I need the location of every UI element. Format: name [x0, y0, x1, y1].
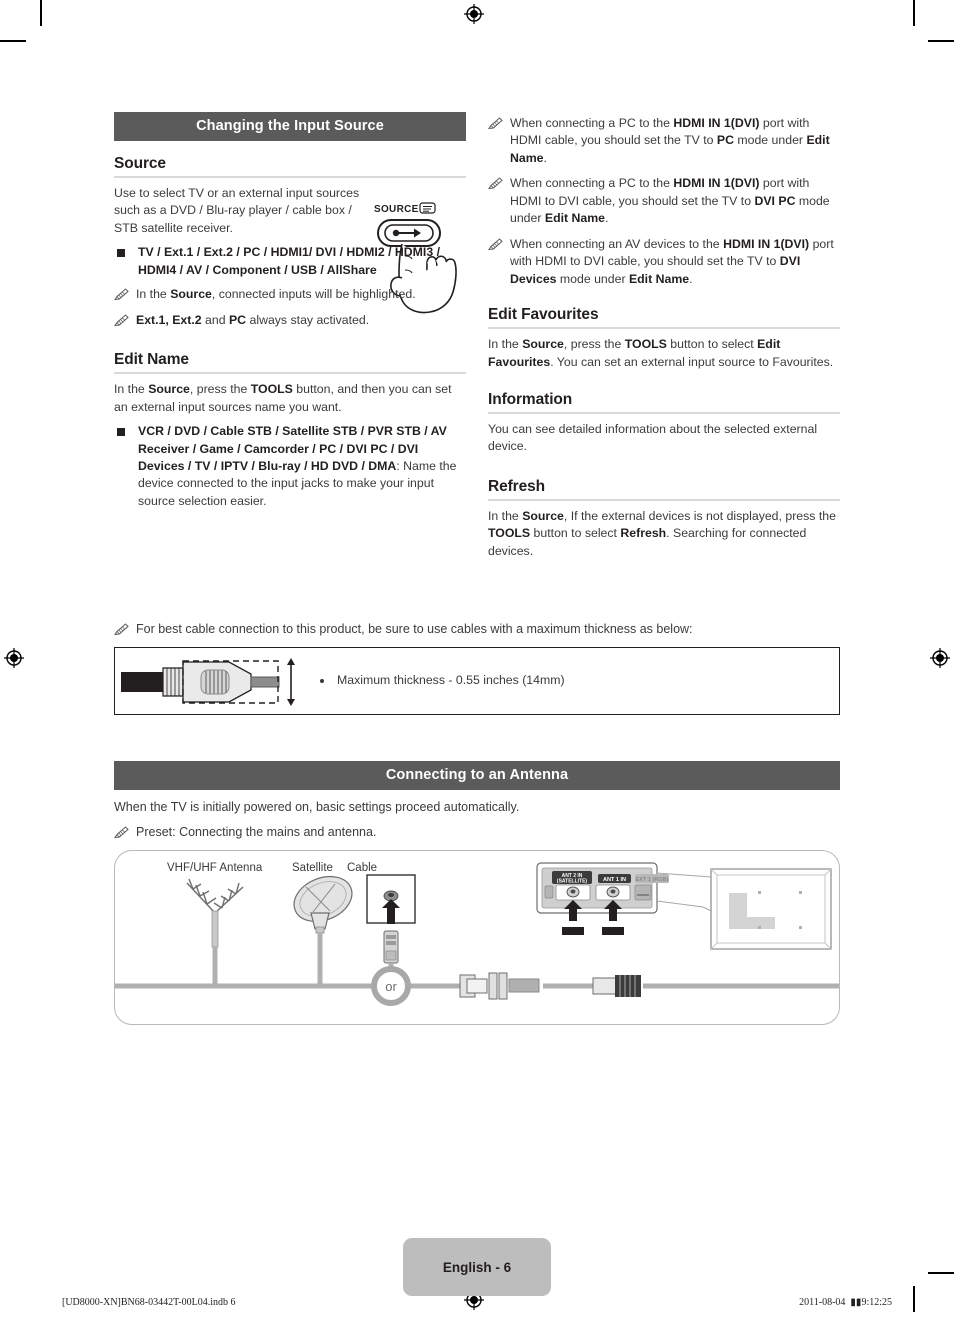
two-column-layout: Changing the Input Source Source Use to … [114, 112, 840, 567]
cable-thickness-note-text: For best cable connection to this produc… [136, 622, 693, 637]
heading-rule [114, 176, 466, 178]
edit-favourites-paragraph: In the Source, press the TOOLS button to… [488, 337, 834, 369]
pencil-note-icon [114, 314, 129, 326]
crop-mark-top-left-horizontal [0, 40, 26, 42]
svg-text:EXT 1 (RGB): EXT 1 (RGB) [636, 876, 669, 882]
antenna-mast [211, 910, 219, 947]
antenna-diagram-svg: VHF/UHF Antenna Satellite Cable or ANT 2… [115, 861, 839, 1006]
cable-thickness-bullet-text: Maximum thickness - 0.55 inches (14mm) [337, 673, 565, 687]
pencil-note-icon [488, 177, 503, 190]
source-intro-paragraph: Use to select TV or an external input so… [114, 186, 360, 235]
source-note-1: In the Source, connected inputs will be … [114, 286, 466, 303]
heading-rule [488, 498, 840, 501]
coax-plug-right [592, 974, 641, 997]
pencil-note-icon [488, 238, 503, 250]
heading-refresh: Refresh [488, 477, 546, 495]
antenna-intro-line: When the TV is initially powered on, bas… [114, 800, 520, 814]
cable-thickness-box: Maximum thickness - 0.55 inches (14mm) [114, 647, 840, 715]
source-note-2-mid: and [201, 312, 229, 327]
cable-wall-outlet-icon [366, 873, 416, 924]
heading-rule [488, 411, 840, 414]
satellite-dish-icon [293, 875, 353, 933]
pencil-note-icon [114, 623, 129, 636]
label-satellite: Satellite [292, 862, 333, 874]
right-column: When connecting a PC to the HDMI IN 1(DV… [488, 112, 840, 567]
section-band-input-source: Changing the Input Source [114, 112, 466, 141]
footer-file-name: [UD8000-XN]BN68-03442T-00L04.indb 6 [62, 1297, 236, 1308]
cable-thickness-note: For best cable connection to this produc… [114, 621, 840, 639]
pencil-note-icon [114, 288, 129, 301]
source-list-values: TV / Ext.1 / Ext.2 / PC / HDMI1/ DVI / H… [138, 245, 441, 277]
source-note-2-post: always stay activated. [246, 312, 370, 327]
antenna-connection-diagram: VHF/UHF Antenna Satellite Cable or ANT 2… [114, 849, 840, 1025]
svg-text:or: or [385, 979, 397, 994]
edit-name-intro: In the Source, press the TOOLS button, a… [114, 382, 452, 414]
edit-name-list-bullet: VCR / DVD / Cable STB / Satellite STB / … [114, 423, 466, 510]
crop-mark-top-right-horizontal [928, 40, 954, 42]
source-note-1-bold: Source [170, 287, 212, 302]
refresh-paragraph: In the Source, If the external devices i… [488, 508, 836, 558]
page-content: Changing the Input Source Source Use to … [114, 112, 840, 1025]
vhf-antenna-icon [186, 878, 244, 914]
information-paragraph: You can see detailed information about t… [488, 421, 818, 454]
crop-mark-top-right-vertical [913, 0, 915, 26]
hdmi-note-2: When connecting a PC to the HDMI IN 1(DV… [488, 175, 840, 227]
page-number-tag: English - 6 [403, 1238, 551, 1296]
crop-mark-bottom-right-horizontal [928, 1272, 954, 1274]
registration-mark-right [930, 648, 950, 668]
source-note-1-post: , connected inputs will be highlighted. [211, 287, 416, 302]
source-note-1-pre: In the [136, 287, 171, 302]
thickness-bullet-dot [320, 679, 324, 683]
heading-edit-favourites: Edit Favourites [488, 306, 599, 324]
heading-rule [114, 372, 466, 375]
source-note-2-bold2: PC [228, 312, 247, 327]
heading-edit-name: Edit Name [114, 351, 189, 369]
or-junction-node: or [371, 965, 411, 1006]
heading-rule [488, 327, 840, 330]
section-band-antenna: Connecting to an Antenna [114, 761, 840, 790]
label-cable: Cable [347, 862, 377, 874]
svg-text:SOURCE: SOURCE [374, 204, 419, 215]
crop-mark-top-left-vertical [40, 0, 42, 26]
svg-text:(SATELLITE): (SATELLITE) [557, 878, 588, 884]
square-bullet-icon [117, 428, 125, 437]
footer-timestamp: 2011-08-04 ▮▮9:12:25 [799, 1297, 892, 1308]
heading-information: Information [488, 390, 573, 408]
coax-plug-middle [459, 972, 540, 999]
source-note-2: Ext.1, Ext.2 and PC always stay activate… [114, 312, 466, 329]
footer-separator-glyph: ▮▮ [850, 1297, 862, 1308]
label-vhf-uhf-antenna: VHF/UHF Antenna [167, 862, 263, 874]
left-column: Changing the Input Source Source Use to … [114, 112, 466, 567]
crop-mark-bottom-right-vertical [913, 1286, 915, 1312]
hdmi-note-1: When connecting a PC to the HDMI IN 1(DV… [488, 115, 840, 167]
footer-date: 2011-08-04 [799, 1297, 846, 1308]
hdmi-note-3: When connecting an AV devices to the HDM… [488, 236, 840, 288]
registration-mark-left [4, 648, 24, 668]
tv-terminal-panel: ANT 2 IN (SATELLITE) ANT 1 IN EXT 1 (RGB… [536, 861, 669, 914]
svg-text:ANT 1 IN: ANT 1 IN [603, 876, 626, 882]
coax-connector-icon [383, 930, 399, 963]
source-list-bullet: TV / Ext.1 / Ext.2 / PC / HDMI1/ DVI / H… [114, 244, 466, 279]
antenna-preset-note: Preset: Connecting the mains and antenna… [114, 824, 840, 842]
hdmi-connector-illustration [121, 658, 295, 706]
page-number-label: English - 6 [442, 1259, 512, 1275]
tv-rear-view [710, 867, 832, 950]
square-bullet-icon [117, 249, 125, 258]
registration-mark-top [464, 4, 484, 24]
pencil-note-icon [488, 117, 503, 130]
antenna-preset-note-text: Preset: Connecting the mains and antenna… [136, 824, 377, 839]
footer-time: 9:12:25 [861, 1297, 892, 1308]
column-gutter [466, 112, 488, 567]
heading-source: Source [114, 155, 166, 172]
hdmi-notes-list: When connecting a PC to the HDMI IN 1(DV… [488, 115, 840, 288]
source-note-2-bold: Ext.1, Ext.2 [136, 312, 202, 327]
pencil-note-icon [114, 826, 129, 838]
